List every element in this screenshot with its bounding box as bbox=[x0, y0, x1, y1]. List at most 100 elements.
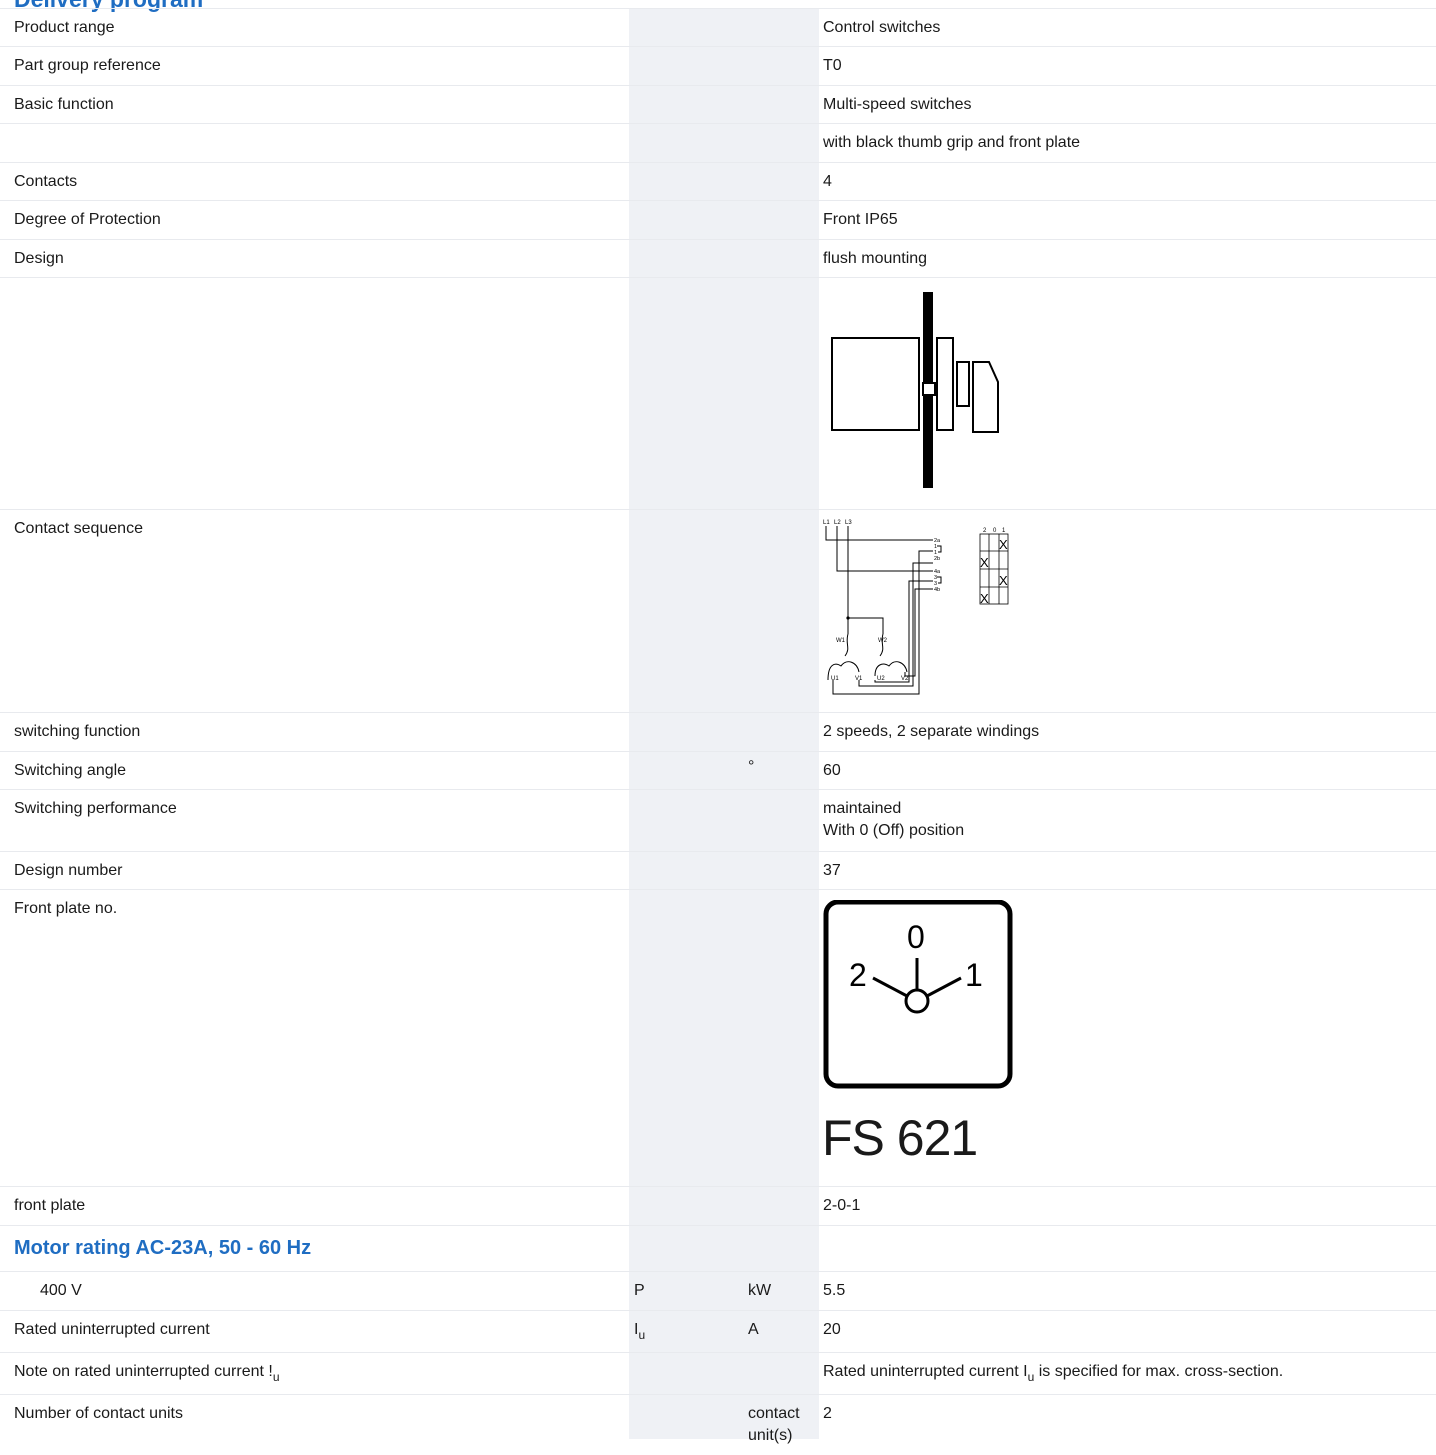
table-row: with black thumb grip and front plate bbox=[0, 124, 1436, 163]
terminal-label: 4b bbox=[934, 587, 940, 593]
unit-line: contact bbox=[748, 1405, 800, 1422]
phase-label: L2 bbox=[834, 520, 841, 526]
unit-line: unit(s) bbox=[748, 1427, 793, 1444]
table-row bbox=[0, 278, 1436, 510]
table-row: Switching performance maintained With 0 … bbox=[0, 790, 1436, 852]
row-label: Switching performance bbox=[14, 800, 177, 817]
switch-table-marks: X X X X bbox=[980, 537, 1008, 606]
table-row: Number of contact units contact unit(s) … bbox=[0, 1395, 1436, 1455]
position-label: 0 bbox=[993, 528, 997, 534]
row-value: 2-0-1 bbox=[823, 1197, 861, 1214]
row-value: 2 speeds, 2 separate windings bbox=[823, 723, 1040, 740]
row-symbol: Iu bbox=[634, 1319, 734, 1346]
table-row: Design flush mounting bbox=[0, 240, 1436, 278]
row-unit: ° bbox=[748, 758, 755, 775]
position-right-label: 1 bbox=[965, 957, 983, 993]
row-label: Rated uninterrupted current bbox=[14, 1321, 210, 1338]
phase-labels: L1 L2 L3 bbox=[823, 520, 852, 526]
value-line: With 0 (Off) position bbox=[823, 822, 965, 839]
winding-label: W2 bbox=[878, 638, 888, 644]
row-label: Degree of Protection bbox=[14, 211, 161, 228]
table-row: front plate 2-0-1 bbox=[0, 1187, 1436, 1226]
winding-label: W1 bbox=[836, 638, 846, 644]
table-row: Contact sequence L1 L2 L3 2a 1 1 2b 4a 3… bbox=[0, 510, 1436, 713]
contact-sequence-diagram: L1 L2 L3 2a 1 1 2b 4a 3 3 4b W1 W2 U1 V1… bbox=[823, 520, 1009, 695]
wiring-lines bbox=[825, 526, 942, 695]
table-row: Degree of Protection Front IP65 bbox=[0, 201, 1436, 240]
front-plate-code: FS 621 bbox=[822, 1110, 978, 1166]
row-label: Design number bbox=[14, 862, 123, 879]
winding-label: U1 bbox=[831, 676, 839, 682]
row-label: front plate bbox=[14, 1197, 86, 1214]
row-value: flush mounting bbox=[823, 250, 928, 267]
table-row: Basic function Multi-speed switches bbox=[0, 86, 1436, 124]
row-unit: A bbox=[748, 1321, 759, 1338]
x-mark: X bbox=[980, 591, 989, 606]
symbol-subscript: u bbox=[638, 1328, 646, 1342]
row-label: Product range bbox=[14, 19, 115, 36]
row-symbol: P bbox=[634, 1282, 645, 1299]
table-row: 400 V P kW 5.5 bbox=[0, 1272, 1436, 1311]
phase-label: L1 bbox=[823, 520, 830, 526]
row-unit: contact unit(s) bbox=[748, 1403, 810, 1447]
label-subscript: u bbox=[272, 1370, 280, 1384]
table-row: Note on rated uninterrupted current !u R… bbox=[0, 1353, 1436, 1395]
table-row: Design number 37 bbox=[0, 852, 1436, 890]
x-mark: X bbox=[999, 573, 1008, 588]
winding-label: V2 bbox=[901, 676, 909, 682]
row-label: Basic function bbox=[14, 96, 114, 113]
row-value: 60 bbox=[823, 762, 841, 779]
row-label: Front plate no. bbox=[14, 900, 118, 917]
row-label: Part group reference bbox=[14, 57, 161, 74]
value-pre: Rated uninterrupted current I bbox=[823, 1363, 1028, 1380]
row-label: Number of contact units bbox=[14, 1405, 183, 1422]
row-value: maintained With 0 (Off) position bbox=[823, 798, 1423, 842]
row-label: 400 V bbox=[40, 1282, 82, 1299]
phase-label: L3 bbox=[845, 520, 852, 526]
x-mark: X bbox=[980, 555, 989, 570]
row-value: 5.5 bbox=[823, 1282, 846, 1299]
winding-label: U2 bbox=[877, 676, 885, 682]
spec-table: Product range Control switches Part grou… bbox=[0, 8, 1436, 1455]
row-value: 37 bbox=[823, 862, 841, 879]
table-row: switching function 2 speeds, 2 separate … bbox=[0, 713, 1436, 752]
position-label: 2 bbox=[983, 528, 987, 534]
row-label: switching function bbox=[14, 723, 141, 740]
row-label: Contact sequence bbox=[14, 520, 143, 537]
row-value: with black thumb grip and front plate bbox=[823, 134, 1081, 151]
row-value: T0 bbox=[823, 57, 842, 74]
row-label: Switching angle bbox=[14, 762, 127, 779]
row-unit: kW bbox=[748, 1282, 772, 1299]
position-label: 1 bbox=[1002, 528, 1006, 534]
table-row: Front plate no. 0 2 1 FS 621 bbox=[0, 890, 1436, 1187]
table-row: Part group reference T0 bbox=[0, 47, 1436, 86]
terminal-label: 2b bbox=[934, 556, 940, 562]
row-label: Note on rated uninterrupted current !u bbox=[14, 1361, 614, 1388]
position-left-label: 2 bbox=[849, 957, 867, 993]
table-row: Rated uninterrupted current Iu A 20 bbox=[0, 1311, 1436, 1353]
row-value: Front IP65 bbox=[823, 211, 898, 228]
row-value: Multi-speed switches bbox=[823, 96, 972, 113]
table-row: Product range Control switches bbox=[0, 8, 1436, 47]
row-value: 2 bbox=[823, 1405, 832, 1422]
section-title: Motor rating AC-23A, 50 - 60 Hz bbox=[14, 1237, 312, 1259]
value-post: is specified for max. cross-section. bbox=[1034, 1363, 1284, 1380]
row-value: 4 bbox=[823, 173, 832, 190]
flush-mounting-diagram bbox=[831, 292, 999, 488]
front-plate-diagram: 0 2 1 bbox=[823, 900, 1013, 1089]
row-value: Control switches bbox=[823, 19, 941, 36]
x-mark: X bbox=[999, 537, 1008, 552]
row-label: Contacts bbox=[14, 173, 78, 190]
winding-labels: W1 W2 U1 V1 U2 V2 bbox=[831, 638, 909, 682]
row-value: Rated uninterrupted current Iu is specif… bbox=[823, 1361, 1423, 1388]
value-line: maintained bbox=[823, 800, 902, 817]
section-header-row: Motor rating AC-23A, 50 - 60 Hz bbox=[0, 1226, 1436, 1272]
label-main: Note on rated uninterrupted current ! bbox=[14, 1363, 273, 1380]
position-labels: 2 0 1 bbox=[983, 528, 1006, 534]
winding-label: V1 bbox=[855, 676, 863, 682]
row-value: 20 bbox=[823, 1321, 841, 1338]
table-row: Switching angle ° 60 bbox=[0, 752, 1436, 790]
table-row: Contacts 4 bbox=[0, 163, 1436, 201]
row-label: Design bbox=[14, 250, 64, 267]
position-top-label: 0 bbox=[907, 919, 925, 955]
